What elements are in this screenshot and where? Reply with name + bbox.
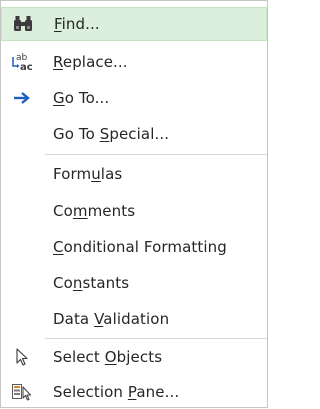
menu-item-data-validation[interactable]: Data Validation: [1, 302, 267, 336]
menu-item-go-to-special[interactable]: Go To Special...: [1, 117, 267, 151]
menu-item-go-to[interactable]: Go To...: [1, 81, 267, 115]
menu-item-label: Replace...: [53, 53, 128, 71]
binoculars-icon: [11, 12, 35, 36]
replace-icon: ab ac: [10, 50, 34, 74]
menu-item-comments[interactable]: Comments: [1, 194, 267, 228]
menu-item-label: Go To...: [53, 89, 110, 107]
menu-item-label: Constants: [53, 274, 130, 292]
menu-item-label: Select Objects: [53, 348, 163, 366]
menu-item-replace[interactable]: ab ac Replace...: [1, 45, 267, 79]
select-objects-icon: [10, 345, 34, 369]
menu-item-selection-pane[interactable]: Selection Pane...: [1, 375, 267, 409]
menu-item-label: Formulas: [53, 165, 123, 183]
arrow-right-icon: [10, 86, 34, 110]
menu-item-label: Conditional Formatting: [53, 238, 227, 256]
menu-item-label: Data Validation: [53, 310, 170, 328]
menu-item-find[interactable]: Find...: [1, 7, 267, 41]
menu-item-formulas[interactable]: Formulas: [1, 157, 267, 191]
svg-text:ac: ac: [20, 62, 33, 73]
menu-item-select-objects[interactable]: Select Objects: [1, 340, 267, 374]
menu-separator: [45, 154, 267, 155]
find-select-menu: Find... ab ac Replace... Go To... Go To …: [0, 0, 268, 408]
menu-item-label: Go To Special...: [53, 125, 170, 143]
menu-item-label: Find...: [54, 15, 100, 33]
menu-item-label: Selection Pane...: [53, 383, 180, 401]
menu-item-label: Comments: [53, 202, 136, 220]
selection-pane-icon: [10, 380, 34, 404]
menu-item-constants[interactable]: Constants: [1, 266, 267, 300]
menu-separator: [45, 338, 267, 339]
menu-item-conditional-formatting[interactable]: Conditional Formatting: [1, 230, 267, 264]
